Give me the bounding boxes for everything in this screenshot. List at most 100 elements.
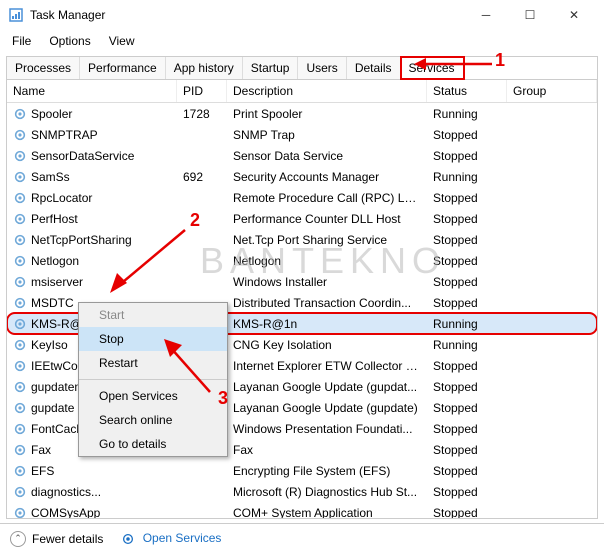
tab-details[interactable]: Details (347, 57, 401, 79)
cell-status: Stopped (427, 378, 507, 396)
maximize-button[interactable]: ☐ (508, 0, 552, 30)
table-row[interactable]: PerfHostPerformance Counter DLL HostStop… (7, 208, 597, 229)
cell-status: Stopped (427, 504, 507, 520)
cell-name: COMSysApp (7, 504, 177, 520)
close-button[interactable]: ✕ (552, 0, 596, 30)
cell-name: SensorDataService (7, 147, 177, 165)
ctx-open-services[interactable]: Open Services (79, 384, 227, 408)
cell-description: Print Spooler (227, 105, 427, 123)
cell-name: SamSs (7, 168, 177, 186)
cell-status: Running (427, 315, 507, 333)
cell-group (507, 385, 597, 389)
table-row[interactable]: diagnostics... Microsoft (R) Diagnostics … (7, 481, 597, 502)
cell-description: Security Accounts Manager (227, 168, 427, 186)
col-name[interactable]: Name (7, 80, 177, 102)
menu-view[interactable]: View (101, 32, 143, 50)
cell-pid: 1728 (177, 105, 227, 123)
ctx-stop[interactable]: Stop (79, 327, 227, 351)
cell-status: Stopped (427, 294, 507, 312)
tab-processes[interactable]: Processes (7, 57, 80, 79)
menu-file[interactable]: File (4, 32, 39, 50)
cell-group (507, 322, 597, 326)
cell-description: Microsoft (R) Diagnostics Hub St... (227, 483, 427, 501)
cell-name: msiserver (7, 273, 177, 291)
cell-pid (177, 490, 227, 494)
cell-name: PerfHost (7, 210, 177, 228)
cell-description: Encrypting File System (EFS) (227, 462, 427, 480)
tab-app-history[interactable]: App history (166, 57, 243, 79)
col-description[interactable]: Description (227, 80, 427, 102)
cell-group (507, 280, 597, 284)
cell-description: Sensor Data Service (227, 147, 427, 165)
open-services-link[interactable]: Open Services (143, 531, 222, 545)
cell-group (507, 448, 597, 452)
cell-group (507, 511, 597, 515)
col-pid[interactable]: PID (177, 80, 227, 102)
gear-icon (121, 532, 135, 546)
cell-name: RpcLocator (7, 189, 177, 207)
cell-group (507, 196, 597, 200)
ctx-restart[interactable]: Restart (79, 351, 227, 375)
cell-description: Remote Procedure Call (RPC) Lo... (227, 189, 427, 207)
ctx-go-to-details[interactable]: Go to details (79, 432, 227, 456)
ctx-start[interactable]: Start (79, 303, 227, 327)
cell-status: Stopped (427, 399, 507, 417)
footer: ⌃ Fewer details Open Services (0, 523, 604, 553)
cell-name: diagnostics... (7, 483, 177, 501)
cell-description: Layanan Google Update (gupdate) (227, 399, 427, 417)
cell-pid (177, 133, 227, 137)
cell-name: Spooler (7, 105, 177, 123)
chevron-up-icon[interactable]: ⌃ (10, 531, 26, 547)
cell-group (507, 490, 597, 494)
cell-description: COM+ System Application (227, 504, 427, 520)
table-row[interactable]: RpcLocator Remote Procedure Call (RPC) Lo… (7, 187, 597, 208)
cell-pid (177, 469, 227, 473)
cell-status: Stopped (427, 462, 507, 480)
menu-options[interactable]: Options (41, 32, 98, 50)
app-icon (8, 7, 24, 23)
cell-description: Windows Presentation Foundati... (227, 420, 427, 438)
watermark: BANTEKNO (200, 240, 446, 282)
cell-description: CNG Key Isolation (227, 336, 427, 354)
cell-pid: 692 (177, 168, 227, 186)
cell-status: Stopped (427, 420, 507, 438)
cell-group (507, 175, 597, 179)
ctx-search-online[interactable]: Search online (79, 408, 227, 432)
cell-group (507, 112, 597, 116)
cell-pid (177, 196, 227, 200)
cell-group (507, 259, 597, 263)
tabs: Processes Performance App history Startu… (6, 56, 598, 79)
cell-status: Running (427, 105, 507, 123)
col-status[interactable]: Status (427, 80, 507, 102)
cell-name: Netlogon (7, 252, 177, 270)
table-row[interactable]: COMSysApp COM+ System ApplicationStopped (7, 502, 597, 519)
cell-group (507, 217, 597, 221)
cell-description: Performance Counter DLL Host (227, 210, 427, 228)
tab-users[interactable]: Users (298, 57, 346, 79)
table-row[interactable]: EFS Encrypting File System (EFS)Stopped (7, 460, 597, 481)
cell-group (507, 469, 597, 473)
cell-group (507, 364, 597, 368)
cell-name: EFS (7, 462, 177, 480)
table-row[interactable]: SensorDataServiceSensor Data ServiceStop… (7, 145, 597, 166)
table-row[interactable]: SNMPTRAPSNMP TrapStopped (7, 124, 597, 145)
cell-status: Stopped (427, 441, 507, 459)
table-row[interactable]: SamSs692Security Accounts ManagerRunning (7, 166, 597, 187)
cell-status: Running (427, 336, 507, 354)
table-row[interactable]: Spooler1728Print SpoolerRunning (7, 103, 597, 124)
tab-startup[interactable]: Startup (243, 57, 299, 79)
minimize-button[interactable]: ─ (464, 0, 508, 30)
cell-status: Stopped (427, 483, 507, 501)
ctx-separator (79, 379, 227, 380)
tab-services[interactable]: Services (401, 57, 464, 79)
tab-performance[interactable]: Performance (80, 57, 166, 79)
cell-group (507, 238, 597, 242)
cell-status: Stopped (427, 189, 507, 207)
cell-group (507, 427, 597, 431)
cell-status: Stopped (427, 357, 507, 375)
menubar: File Options View (0, 30, 604, 56)
cell-description: Fax (227, 441, 427, 459)
col-group[interactable]: Group (507, 80, 597, 102)
cell-status: Stopped (427, 126, 507, 144)
fewer-details-link[interactable]: Fewer details (32, 532, 103, 546)
